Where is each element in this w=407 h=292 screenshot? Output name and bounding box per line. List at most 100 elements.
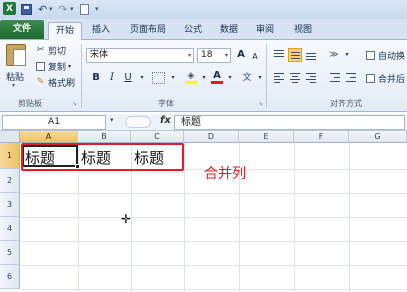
tab-view[interactable]: 视图 [290, 22, 316, 40]
font-color-swatch [211, 81, 223, 84]
middle-align-button[interactable] [288, 48, 302, 62]
row-header-6[interactable]: 6 [0, 265, 20, 289]
tab-home[interactable]: 开始 [48, 22, 82, 40]
annotation-label: 合并列 [204, 166, 246, 182]
paste-dropdown-icon[interactable]: ▾ [12, 82, 15, 89]
column-header-e[interactable]: E [239, 131, 294, 143]
formula-controls[interactable] [125, 116, 151, 128]
cut-label: 剪切 [48, 47, 67, 57]
clipboard-launcher-icon[interactable]: ↘ [72, 100, 77, 107]
font-group-label: 字体 [158, 99, 174, 108]
tab-data[interactable]: 数据 [216, 22, 242, 40]
merge-center-button[interactable]: 合并后 [366, 72, 405, 85]
align-right-button[interactable] [304, 71, 318, 85]
font-launcher-icon[interactable]: ↘ [258, 100, 263, 107]
phonetic-button[interactable]: 文 [241, 71, 253, 85]
font-color-button[interactable]: A [211, 71, 223, 85]
row-header-4[interactable]: 4 [0, 217, 20, 241]
orientation-button[interactable]: ≫ [328, 48, 340, 62]
tab-page-layout[interactable]: 页面布局 [122, 22, 174, 40]
clipboard-group-label: 剪贴板 [18, 99, 42, 108]
save-icon[interactable] [21, 4, 32, 15]
font-name-select[interactable]: 宋体 ▾ [86, 48, 194, 63]
customize-quick-access-icon[interactable]: ▾ [95, 2, 99, 16]
group-divider [81, 44, 82, 108]
copy-dropdown-icon[interactable]: ▾ [68, 63, 71, 70]
font-size-select[interactable]: 18 ▾ [197, 48, 231, 63]
row-header-3[interactable]: 3 [0, 193, 20, 217]
format-painter-button[interactable]: ✎ 格式刷 [36, 76, 75, 90]
increase-indent-button[interactable] [344, 71, 358, 85]
shrink-font-button[interactable]: A [249, 50, 261, 64]
copy-icon [36, 62, 45, 71]
cut-button[interactable]: ✂ 剪切 [36, 44, 67, 58]
bottom-align-button[interactable] [304, 48, 318, 62]
column-header-d[interactable]: D [184, 131, 239, 143]
wrap-text-icon [366, 51, 375, 60]
column-header-b[interactable]: B [78, 131, 131, 143]
wrap-text-button[interactable]: 自动换 [366, 49, 405, 62]
copy-button[interactable]: 复制 ▾ [36, 60, 71, 73]
undo-icon[interactable]: ↶ [38, 2, 47, 16]
column-header-g[interactable]: G [349, 131, 407, 143]
row-header-5[interactable]: 5 [0, 241, 20, 265]
merge-center-label: 合并后 [378, 75, 406, 85]
gridline [20, 289, 407, 290]
merge-cells-icon [366, 74, 375, 83]
scissors-icon: ✂ [36, 45, 45, 55]
title-bar: X ↶ ▾ ↷ ▾ ▾ [0, 0, 407, 19]
annotation-highlight-box [21, 143, 184, 171]
worksheet-grid[interactable]: A B C D E F G 1 2 3 4 5 6 标题 标题 标题 合并列 ✛ [0, 131, 407, 292]
chevron-down-icon: ▾ [187, 52, 191, 59]
align-left-button[interactable] [272, 71, 286, 85]
wrap-text-label: 自动换 [378, 52, 406, 62]
fill-color-button[interactable]: ◈ [185, 71, 197, 85]
formula-input[interactable]: 标题 [174, 115, 405, 130]
bold-button[interactable]: B [90, 71, 102, 85]
column-header-a[interactable]: A [20, 131, 78, 143]
row-header-1[interactable]: 1 [0, 143, 20, 169]
underline-button[interactable]: U [122, 71, 134, 85]
font-color-letter-icon: A [213, 70, 221, 81]
underline-dropdown-icon[interactable]: ▾ [136, 71, 148, 85]
borders-dropdown-icon[interactable]: ▾ [167, 71, 179, 85]
align-center-button[interactable] [288, 71, 302, 85]
name-box[interactable]: A1 [2, 115, 106, 130]
paintbrush-icon: ✎ [36, 77, 45, 87]
redo-icon[interactable]: ↷ [58, 2, 67, 16]
tab-review[interactable]: 审阅 [252, 22, 278, 40]
italic-button[interactable]: I [106, 71, 118, 85]
grow-font-button[interactable]: A [235, 48, 247, 62]
column-header-c[interactable]: C [131, 131, 184, 143]
undo-dropdown-icon[interactable]: ▾ [49, 2, 53, 16]
alignment-group-label: 对齐方式 [330, 99, 362, 108]
chevron-down-icon: ▾ [224, 52, 228, 59]
font-name-value: 宋体 [90, 50, 109, 60]
row-header-2[interactable]: 2 [0, 169, 20, 193]
decrease-indent-button[interactable] [328, 71, 342, 85]
orientation-dropdown-icon[interactable]: ▾ [341, 48, 353, 62]
formula-bar: A1 ▾ fx 标题 [0, 114, 407, 131]
borders-button[interactable] [152, 72, 165, 84]
select-all-corner[interactable] [0, 131, 20, 143]
column-header-f[interactable]: F [294, 131, 349, 143]
ribbon-home: 粘贴 ▾ ✂ 剪切 复制 ▾ ✎ 格式刷 剪贴板 ↘ 宋体 ▾ 18 ▾ A A… [0, 40, 407, 112]
tab-file[interactable]: 文件 [0, 20, 44, 39]
crosshair-cursor-icon: ✛ [121, 212, 132, 226]
redo-dropdown-icon[interactable]: ▾ [70, 2, 74, 16]
copy-label: 复制 [48, 63, 67, 73]
fill-color-swatch [185, 81, 197, 84]
insert-function-button[interactable]: fx [160, 115, 171, 126]
excel-logo-icon[interactable]: X [3, 2, 16, 15]
fill-color-dropdown-icon[interactable]: ▾ [198, 71, 210, 85]
font-color-dropdown-icon[interactable]: ▾ [224, 71, 236, 85]
phonetic-dropdown-icon[interactable]: ▾ [254, 71, 266, 85]
name-box-dropdown-icon[interactable]: ▾ [110, 116, 114, 124]
gridline [20, 265, 407, 266]
tab-insert[interactable]: 插入 [88, 22, 114, 40]
tab-formulas[interactable]: 公式 [180, 22, 206, 40]
new-document-icon[interactable] [80, 4, 89, 15]
font-size-value: 18 [201, 50, 213, 60]
top-align-button[interactable] [272, 48, 286, 62]
paste-icon[interactable] [6, 44, 26, 66]
